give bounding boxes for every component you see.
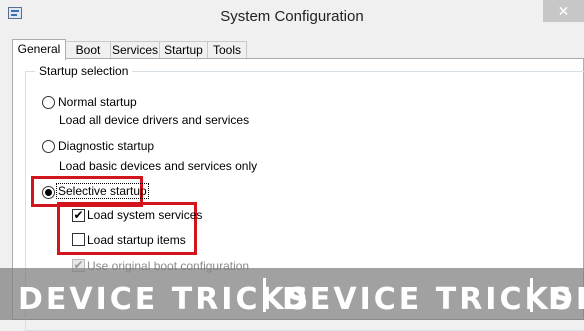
selective-startup-radio[interactable]: [42, 186, 55, 199]
load-system-services-label[interactable]: Load system services: [87, 208, 202, 222]
watermark-text: DEVICE TRICKS: [18, 282, 312, 317]
window-title: System Configuration: [220, 8, 364, 25]
load-startup-items-label[interactable]: Load startup items: [87, 233, 186, 247]
normal-startup-label[interactable]: Normal startup: [58, 95, 137, 109]
tab-boot[interactable]: Boot: [65, 41, 111, 59]
tab-tools[interactable]: Tools: [207, 41, 247, 59]
tab-services[interactable]: Services: [110, 41, 160, 59]
diagnostic-startup-radio[interactable]: [42, 140, 55, 153]
load-startup-items-checkbox[interactable]: [72, 233, 85, 246]
selective-startup-label[interactable]: Selective startup: [56, 183, 149, 199]
normal-startup-description: Load all device drivers and services: [59, 113, 250, 127]
watermark-separator: [530, 278, 533, 312]
diagnostic-startup-label[interactable]: Diagnostic startup: [58, 139, 154, 153]
startup-selection-title: Startup selection: [35, 64, 133, 78]
watermark-banner: DEVICE TRICKS DEVICE TRICKS DE: [0, 268, 584, 320]
diagnostic-startup-description: Load basic devices and services only: [59, 159, 258, 173]
close-button[interactable]: ✕: [543, 0, 584, 22]
title-bar: System Configuration ✕: [0, 0, 584, 33]
watermark-separator: [263, 278, 266, 312]
normal-startup-radio[interactable]: [42, 96, 55, 109]
tab-startup[interactable]: Startup: [159, 41, 208, 59]
watermark-text: DE: [548, 282, 584, 317]
tab-general[interactable]: General: [12, 39, 66, 60]
load-system-services-checkbox[interactable]: ✔: [72, 209, 85, 222]
